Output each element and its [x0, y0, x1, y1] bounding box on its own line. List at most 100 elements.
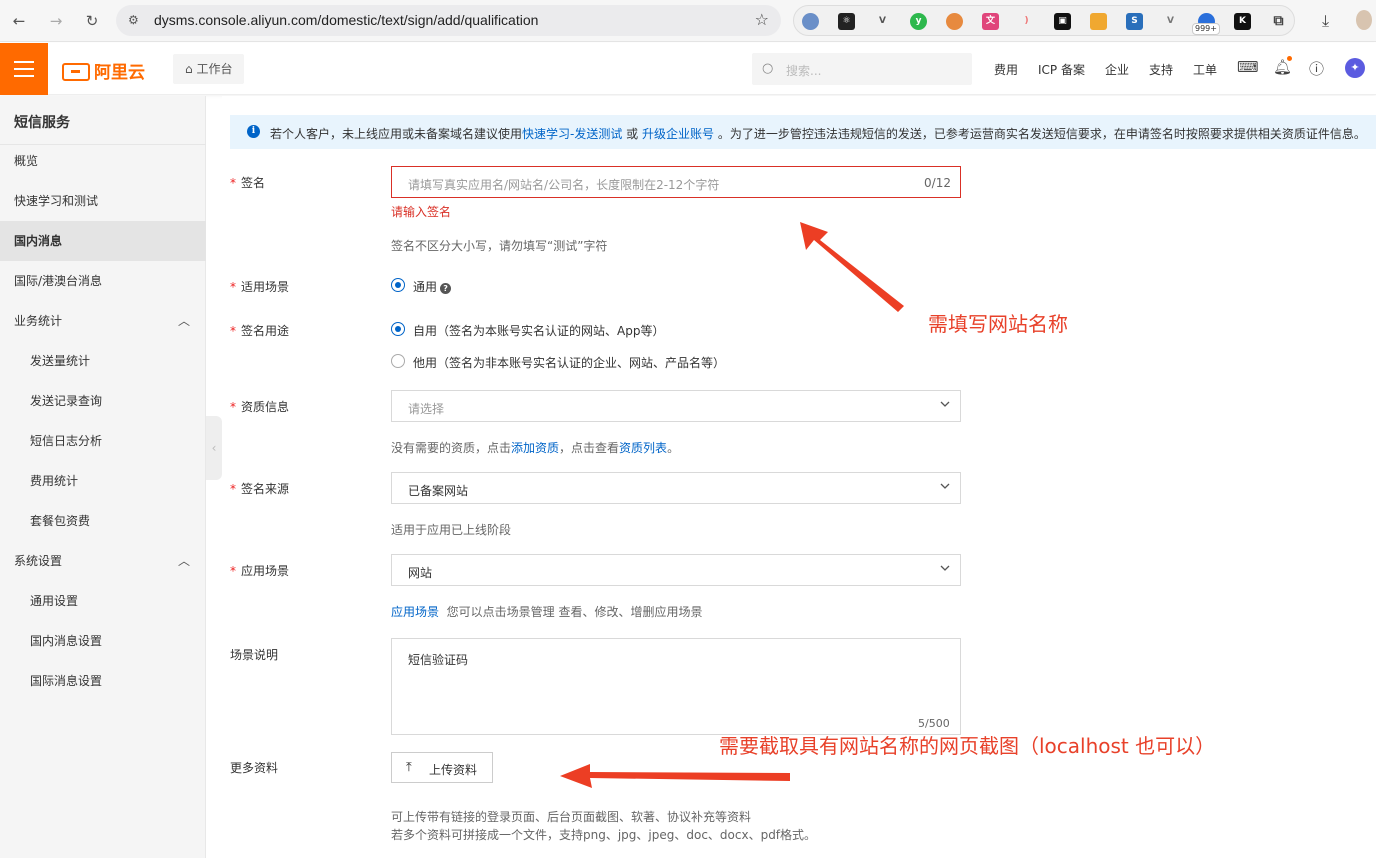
vue-extension-icon[interactable]: V [1162, 13, 1179, 30]
sidebar-item-overview[interactable]: 概览 [0, 141, 206, 181]
profile-avatar[interactable] [1356, 10, 1372, 30]
download-icon[interactable]: ⤓ [1322, 11, 1329, 31]
forward-icon[interactable]: → [45, 10, 67, 32]
extension-icon[interactable]: S [1126, 13, 1143, 30]
hint-text: 您可以点击场景管理 查看、修改、增删应用场景 [446, 605, 703, 619]
user-avatar[interactable]: ✦ [1345, 58, 1365, 78]
sidebar-item-send-stats[interactable]: 发送量统计 [0, 341, 206, 381]
nav-icp[interactable]: ICP 备案 [1038, 61, 1085, 78]
sidebar-item-send-records[interactable]: 发送记录查询 [0, 381, 206, 421]
sidebar-item-label: 通用设置 [30, 594, 79, 608]
source-select[interactable]: 已备案网站 [391, 472, 961, 504]
workbench-button[interactable]: ⌂ 工作台 [173, 54, 245, 84]
aliyun-logo[interactable]: 阿里云 [62, 58, 145, 83]
annotation-text-2: 需要截取具有网站名称的网页截图（localhost 也可以） [719, 734, 1216, 758]
scene-desc-textarea[interactable]: 短信验证码 [391, 638, 961, 735]
extension-icon[interactable]: ▣ [1054, 13, 1071, 30]
sidebar-item-label: 发送量统计 [30, 354, 91, 368]
extension-icon[interactable]: y [910, 13, 927, 30]
required-mark: * [230, 176, 236, 190]
vue-extension-icon[interactable]: V [874, 13, 891, 30]
translate-extension-icon[interactable]: 文 [982, 13, 999, 30]
sign-input[interactable]: 请填写真实应用名/网站名/公司名，长度限制在2-12个字符 0/12 [391, 166, 961, 198]
quickstart-test-link[interactable]: 快速学习-发送测试 [522, 127, 622, 141]
menu-icon[interactable] [0, 43, 48, 95]
chevron-down-icon [940, 401, 950, 407]
purpose-other-label[interactable]: 他用（签名为非本账号实名认证的企业、网站、产品名等） [413, 354, 725, 371]
extension-icon[interactable]: K [1234, 13, 1251, 30]
nav-ticket[interactable]: 工单 [1193, 61, 1217, 78]
purpose-self-radio[interactable] [391, 322, 405, 336]
search-icon: ○ [762, 61, 774, 76]
reload-icon[interactable]: ↻ [81, 10, 103, 32]
sidebar-collapse-handle[interactable]: ‹ [206, 416, 222, 480]
search-input[interactable]: ○ 搜索... [752, 53, 972, 85]
sidebar-item-general-settings[interactable]: 通用设置 [0, 581, 206, 621]
sidebar-group-stats[interactable]: 业务统计 ︿ [0, 301, 206, 341]
scene-general-label[interactable]: 通用? [413, 278, 452, 295]
source-label: * 签名来源 [230, 480, 289, 497]
back-icon[interactable]: ← [8, 10, 30, 32]
scene-general-radio[interactable] [391, 278, 405, 292]
more-hint-1: 可上传带有链接的登录页面、后台页面截图、软著、协议补充等资料 [391, 810, 752, 824]
extension-badge: 999+ [1192, 23, 1220, 35]
sidebar-title: 短信服务 [14, 115, 70, 131]
extension-icon[interactable] [946, 13, 963, 30]
purpose-other-radio[interactable] [391, 354, 405, 368]
search-placeholder: 搜索... [786, 64, 822, 78]
extension-icon[interactable] [802, 13, 819, 30]
purpose-self-label[interactable]: 自用（签名为本账号实名认证的网站、App等） [413, 322, 664, 339]
aliyun-logo-icon [62, 63, 90, 81]
sign-label: * 签名 [230, 174, 265, 191]
help-icon[interactable]: ⓘ [1309, 58, 1324, 79]
app-scene-select[interactable]: 网站 [391, 554, 961, 586]
upgrade-account-link[interactable]: 升级企业账号 [642, 127, 714, 141]
sidebar-item-log-analysis[interactable]: 短信日志分析 [0, 421, 206, 461]
sign-hint: 签名不区分大小写，请勿填写“测试”字符 [391, 239, 608, 253]
sidebar-item-package-fees[interactable]: 套餐包资费 [0, 501, 206, 541]
qualification-list-link[interactable]: 资质列表 [619, 441, 667, 455]
site-settings-icon[interactable]: ⚙ [128, 13, 142, 27]
source-value: 已备案网站 [408, 484, 469, 498]
address-bar[interactable]: ⚙ dysms.console.aliyun.com/domestic/text… [116, 5, 781, 36]
bookmark-star-icon[interactable]: ☆ [755, 10, 769, 29]
console-top-nav: 阿里云 ⌂ 工作台 ○ 搜索... 费用 ICP 备案 企业 支持 工单 ⌨ 🔔… [0, 43, 1376, 95]
notice-banner: i 若个人客户，未上线应用或未备案域名建议使用快速学习-发送测试 或 升级企业账… [230, 115, 1376, 149]
sidebar-item-label: 发送记录查询 [30, 394, 103, 408]
nav-fees[interactable]: 费用 [994, 61, 1018, 78]
upload-icon: ⤒ [406, 760, 412, 775]
upload-button[interactable]: ⤒ 上传资料 [391, 752, 493, 783]
more-label: 更多资料 [230, 761, 279, 775]
hint-text: ，点击查看 [559, 441, 620, 455]
sidebar-item-label: 套餐包资费 [30, 514, 91, 528]
sidebar-item-label: 费用统计 [30, 474, 79, 488]
sidebar-item-label: 国际消息设置 [30, 674, 103, 688]
sidebar-group-settings[interactable]: 系统设置 ︿ [0, 541, 206, 581]
react-devtools-icon[interactable]: ⚛ [838, 13, 855, 30]
sidebar-item-intl-settings[interactable]: 国际消息设置 [0, 661, 206, 701]
rss-icon[interactable]: ) [1018, 13, 1035, 30]
sidebar-item-label: 快速学习和测试 [14, 194, 99, 208]
nav-enterprise[interactable]: 企业 [1105, 61, 1129, 78]
purpose-label-text: 签名用途 [241, 324, 290, 338]
more-hint-2: 若多个资料可拼接成一个文件，支持png、jpg、jpeg、doc、docx、pd… [391, 828, 817, 842]
chevron-down-icon [940, 483, 950, 489]
hint-text: 。 [667, 441, 680, 455]
nav-support[interactable]: 支持 [1149, 61, 1173, 78]
logo-text: 阿里云 [94, 63, 145, 83]
workbench-label: 工作台 [196, 62, 233, 76]
upload-button-label: 上传资料 [429, 763, 478, 777]
sidebar-item-domestic[interactable]: 国内消息 [0, 221, 206, 261]
sidebar-item-label: 系统设置 [14, 554, 63, 568]
sidebar-item-fee-stats[interactable]: 费用统计 [0, 461, 206, 501]
extension-icon[interactable] [1090, 13, 1107, 30]
app-scene-link[interactable]: 应用场景 [391, 605, 439, 619]
qualification-select[interactable]: 请选择 [391, 390, 961, 422]
terminal-icon[interactable]: ⌨ [1237, 58, 1259, 76]
sidebar-item-quickstart[interactable]: 快速学习和测试 [0, 181, 206, 221]
question-icon[interactable]: ? [440, 283, 452, 294]
add-qualification-link[interactable]: 添加资质 [511, 441, 559, 455]
puzzle-icon[interactable]: ⧉ [1270, 13, 1287, 30]
sidebar-item-domestic-settings[interactable]: 国内消息设置 [0, 621, 206, 661]
sidebar-item-international[interactable]: 国际/港澳台消息 [0, 261, 206, 301]
